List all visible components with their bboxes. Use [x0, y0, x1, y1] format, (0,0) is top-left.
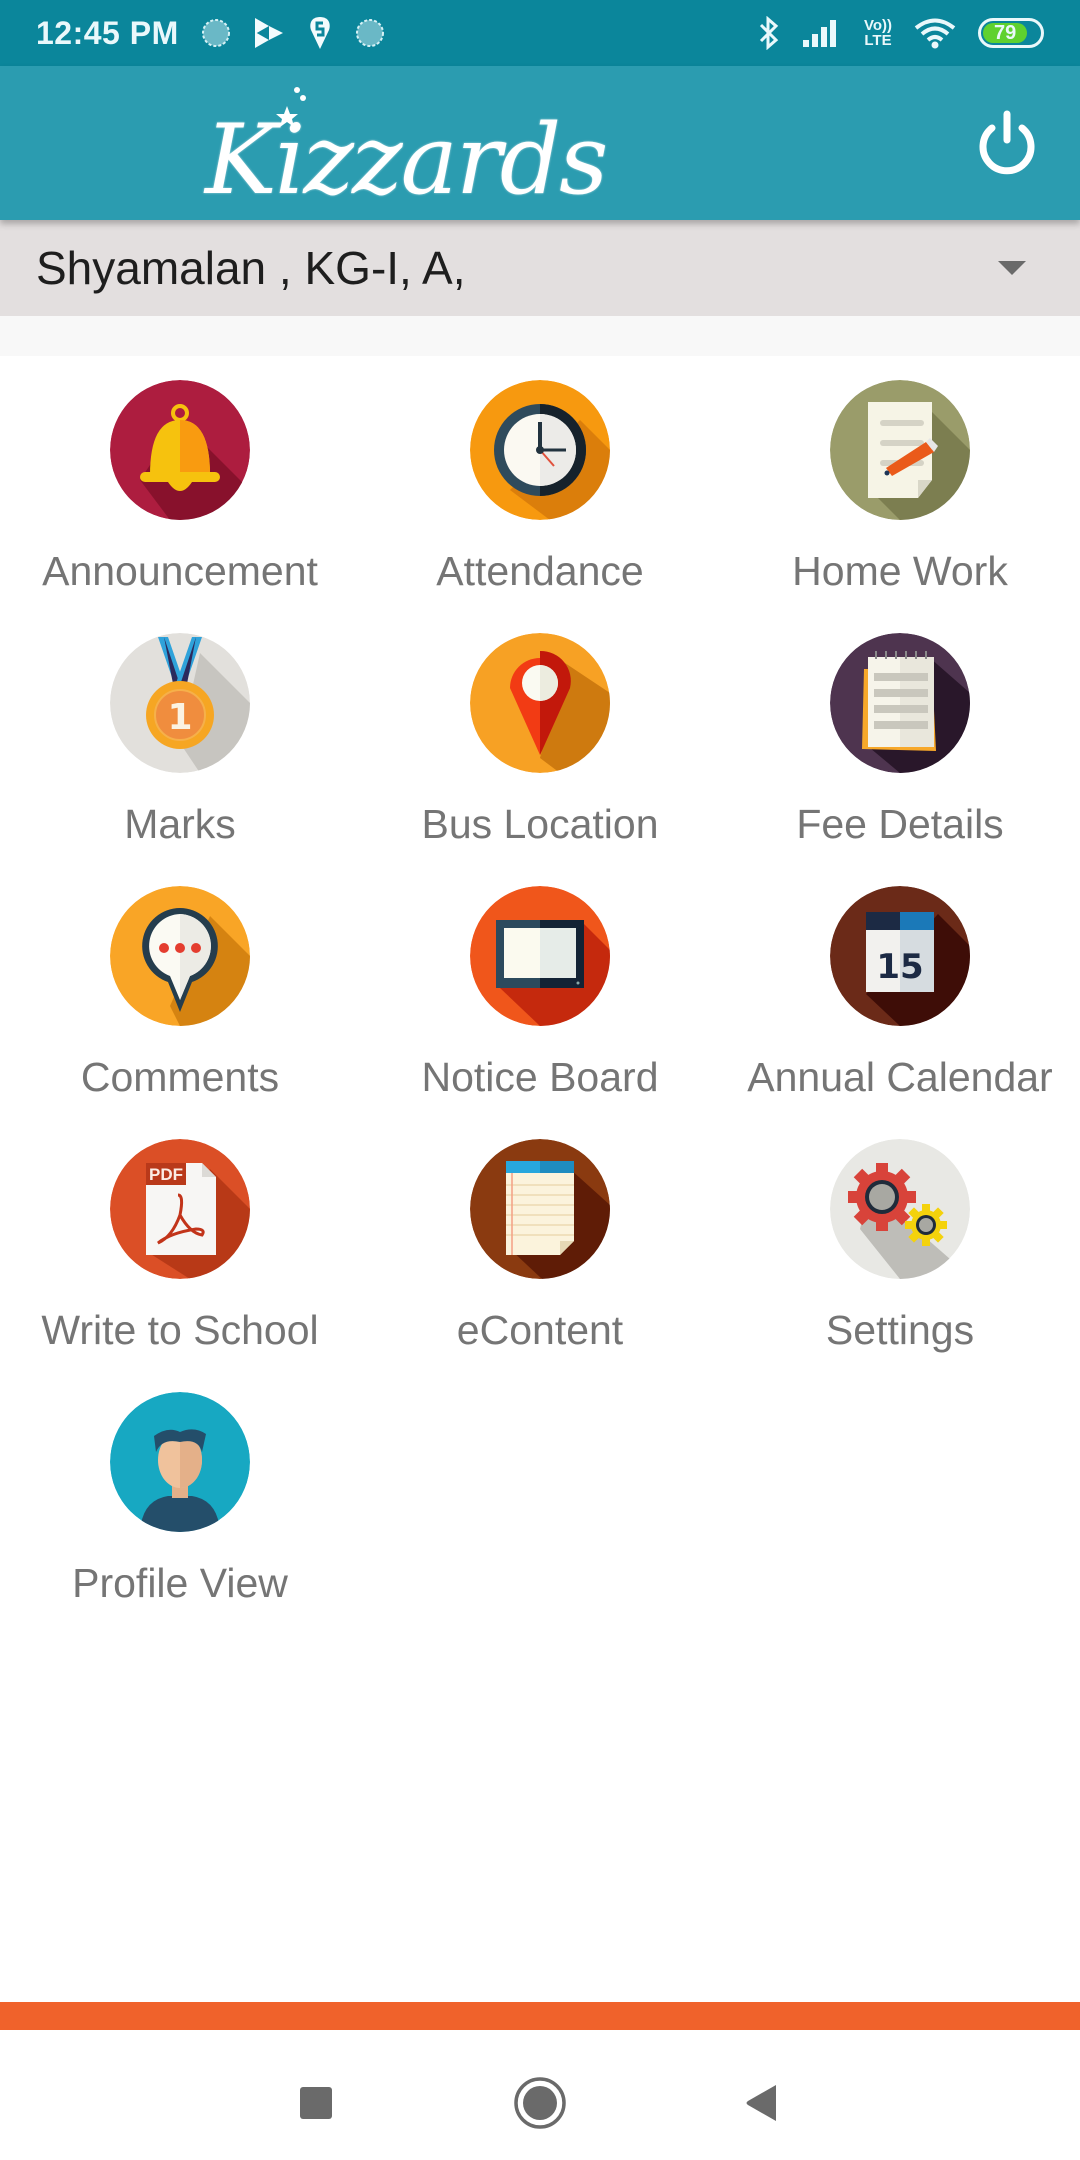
svg-text:PDF: PDF [149, 1165, 183, 1184]
menu-item-comments[interactable]: Comments [0, 886, 360, 1139]
menu-item-label: Bus Location [421, 801, 659, 847]
menu-item-label: Settings [825, 1307, 975, 1353]
menu-item-attendance[interactable]: Attendance [360, 380, 720, 633]
menu-item-write-to-school[interactable]: PDF Write to School [0, 1139, 360, 1392]
medal-icon: 1 [110, 633, 250, 773]
menu-item-settings[interactable]: Settings [720, 1139, 1080, 1392]
menu-grid: Announcement Attendance Home Work 1 Mark… [0, 380, 1080, 1645]
svg-text:15: 15 [876, 947, 923, 987]
board-icon [470, 886, 610, 1026]
notes-icon [470, 1139, 610, 1279]
power-icon [979, 110, 1035, 175]
status-time: 12:45 PM [36, 14, 179, 51]
sync-icon [355, 18, 385, 48]
clock-icon [470, 380, 610, 520]
square-icon [300, 2087, 332, 2119]
menu-item-announcement[interactable]: Announcement [0, 380, 360, 633]
gears-icon [830, 1139, 970, 1279]
home-button[interactable] [512, 2075, 568, 2131]
menu-item-label: Announcement [42, 548, 318, 594]
notepad-icon [830, 633, 970, 773]
profile-avatar-icon [110, 1392, 250, 1532]
battery-icon: 79 [978, 18, 1044, 48]
menu-item-annual-calendar[interactable]: 15 Annual Calendar [720, 886, 1080, 1139]
logout-button[interactable] [972, 108, 1042, 178]
volte-icon: Vo)) LTE [863, 17, 892, 49]
play-store-icon [253, 16, 285, 50]
selected-student: Shyamalan , KG-I, A, [36, 242, 466, 294]
divider-band [0, 316, 1080, 356]
pdf-icon: PDF [110, 1139, 250, 1279]
homework-icon [830, 380, 970, 520]
swiggy-icon [307, 15, 333, 51]
system-icons: Vo)) LTE 79 [758, 16, 1044, 50]
circle-icon [514, 2077, 566, 2129]
menu-item-label: eContent [456, 1307, 624, 1353]
menu-item-marks[interactable]: 1 Marks [0, 633, 360, 886]
menu-item-label: Annual Calendar [747, 1054, 1053, 1100]
status-bar: 12:45 PM Vo)) LTE 79 [0, 0, 1080, 66]
triangle-back-icon [746, 2085, 776, 2121]
menu-item-label: Write to School [41, 1307, 319, 1353]
bluetooth-icon [758, 16, 780, 50]
menu-item-label: Attendance [436, 548, 644, 594]
bottom-accent-bar [0, 2002, 1080, 2030]
menu-item-home-work[interactable]: Home Work [720, 380, 1080, 633]
chat-bubble-icon [110, 886, 250, 1026]
back-button[interactable] [734, 2075, 790, 2131]
notification-icons [201, 15, 385, 51]
menu-item-label: Comments [80, 1054, 280, 1100]
kizzards-logo: Kizzards [205, 86, 608, 216]
menu-item-label: Fee Details [796, 801, 1004, 847]
recents-button[interactable] [288, 2075, 344, 2131]
menu-item-notice-board[interactable]: Notice Board [360, 886, 720, 1139]
menu-item-label: Notice Board [421, 1054, 659, 1100]
battery-level: 79 [983, 22, 1028, 44]
menu-item-profile-view[interactable]: Profile View [0, 1392, 360, 1645]
menu-item-bus-location[interactable]: Bus Location [360, 633, 720, 886]
signal-icon [802, 18, 842, 48]
dropdown-arrow-icon [998, 261, 1026, 275]
bell-icon [110, 380, 250, 520]
wifi-icon [914, 17, 956, 49]
menu-item-fee-details[interactable]: Fee Details [720, 633, 1080, 886]
svg-text:1: 1 [167, 697, 192, 738]
menu-item-label: Home Work [792, 548, 1008, 594]
menu-item-label: Marks [124, 801, 236, 847]
calendar-icon: 15 [830, 886, 970, 1026]
sync-icon [201, 18, 231, 48]
student-selector-dropdown[interactable]: Shyamalan , KG-I, A, [0, 220, 1080, 316]
location-pin-icon [470, 633, 610, 773]
app-bar: Kizzards [0, 66, 1080, 220]
menu-item-label: Profile View [72, 1560, 288, 1606]
menu-item-econtent[interactable]: eContent [360, 1139, 720, 1392]
